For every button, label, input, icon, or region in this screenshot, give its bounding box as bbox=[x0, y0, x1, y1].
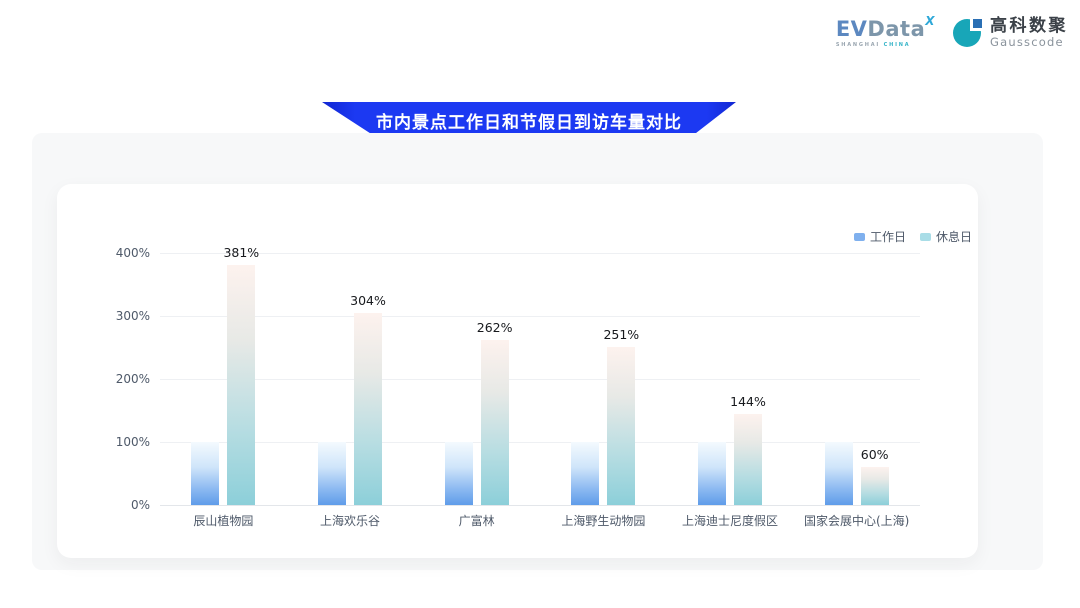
data-label: 381% bbox=[223, 245, 259, 261]
y-tick-label: 200% bbox=[96, 371, 150, 387]
gausscode-cn-text: 高科数聚 bbox=[990, 18, 1068, 35]
bar[interactable] bbox=[354, 313, 382, 505]
category-label: 国家会展中心(上海) bbox=[772, 513, 942, 529]
bar[interactable] bbox=[861, 467, 889, 505]
y-tick-label: 100% bbox=[96, 434, 150, 450]
bar[interactable] bbox=[825, 442, 853, 505]
bar[interactable] bbox=[734, 414, 762, 505]
bar[interactable] bbox=[227, 265, 255, 505]
chart-card: 工作日休息日 0%100%200%300%400%辰山植物园381%上海欢乐谷3… bbox=[57, 184, 978, 558]
page: EVDataX SHANGHAI CHINA 高科数聚 Gausscode 市内… bbox=[0, 0, 1080, 608]
data-label: 60% bbox=[861, 447, 889, 463]
bar[interactable] bbox=[571, 442, 599, 505]
evdata-ev-text: EV bbox=[836, 17, 868, 41]
logo-bar: EVDataX SHANGHAI CHINA 高科数聚 Gausscode bbox=[836, 18, 1068, 49]
gausscode-logo: 高科数聚 Gausscode bbox=[953, 18, 1068, 49]
bar[interactable] bbox=[607, 347, 635, 505]
bar[interactable] bbox=[481, 340, 509, 505]
y-tick-label: 0% bbox=[96, 497, 150, 513]
bar[interactable] bbox=[445, 442, 473, 505]
evdata-data-text: Data bbox=[867, 17, 925, 41]
gridline bbox=[160, 316, 920, 317]
data-label: 144% bbox=[730, 394, 766, 410]
y-tick-label: 400% bbox=[96, 245, 150, 261]
evdata-logo: EVDataX SHANGHAI CHINA bbox=[836, 19, 935, 48]
gridline bbox=[160, 442, 920, 443]
evdata-wordmark: EVDataX bbox=[836, 19, 935, 40]
bar[interactable] bbox=[191, 442, 219, 505]
plot-area: 0%100%200%300%400%辰山植物园381%上海欢乐谷304%广富林2… bbox=[57, 184, 978, 558]
chart-panel: 工作日休息日 0%100%200%300%400%辰山植物园381%上海欢乐谷3… bbox=[32, 133, 1043, 570]
evdata-x-icon: X bbox=[925, 14, 935, 28]
data-label: 304% bbox=[350, 293, 386, 309]
data-label: 262% bbox=[477, 320, 513, 336]
bar[interactable] bbox=[698, 442, 726, 505]
data-label: 251% bbox=[603, 327, 639, 343]
gridline bbox=[160, 379, 920, 380]
y-tick-label: 300% bbox=[96, 308, 150, 324]
gausscode-mark-icon bbox=[953, 18, 983, 48]
bar[interactable] bbox=[318, 442, 346, 505]
gausscode-wordmark: 高科数聚 Gausscode bbox=[990, 18, 1068, 49]
gridline bbox=[160, 253, 920, 254]
gridline bbox=[160, 505, 920, 506]
page-title: 市内景点工作日和节假日到访车量对比 bbox=[376, 108, 682, 133]
gausscode-en-text: Gausscode bbox=[990, 37, 1068, 49]
evdata-tagline: SHANGHAI CHINA bbox=[836, 43, 935, 48]
